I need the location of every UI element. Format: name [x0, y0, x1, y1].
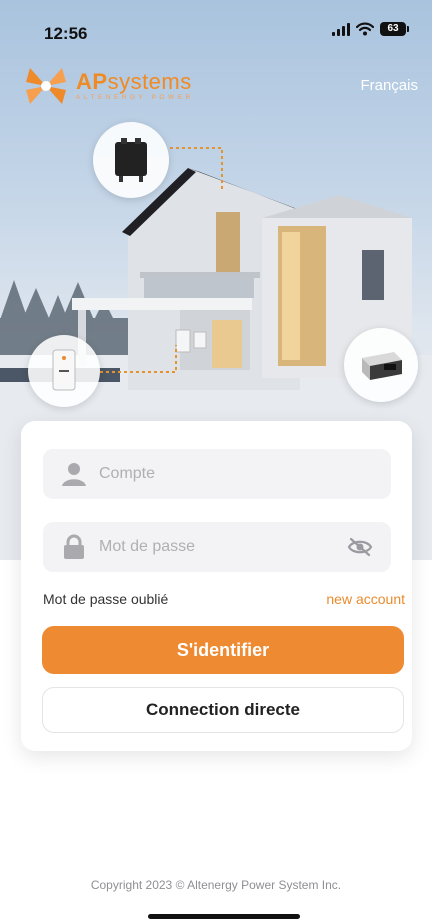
brand-tagline: ALTENERGY POWER: [76, 94, 194, 101]
copyright-text: Copyright 2023 © Altenergy Power System …: [90, 878, 342, 892]
new-account-link[interactable]: new account: [326, 591, 405, 607]
eye-off-icon[interactable]: [343, 532, 377, 562]
apsystems-logo: APsystems ALTENERGY POWER: [22, 62, 194, 110]
brand-name-rest: systems: [107, 69, 192, 94]
status-icons: 63: [332, 22, 409, 36]
ecu-gateway-device-icon: [344, 328, 418, 402]
login-card: Mot de passe oublié new account S'identi…: [21, 421, 412, 751]
forgot-password-link[interactable]: Mot de passe oublié: [43, 591, 168, 607]
status-bar: 12:56 63: [0, 0, 432, 56]
home-indicator[interactable]: [148, 914, 300, 919]
account-input[interactable]: [99, 449, 391, 499]
signal-icon: [332, 22, 350, 36]
wifi-icon: [356, 22, 374, 36]
sign-in-button[interactable]: S'identifier: [42, 626, 404, 674]
user-icon: [59, 459, 89, 489]
password-field[interactable]: [43, 522, 391, 572]
brand-name-ap: AP: [76, 69, 108, 94]
battery-inverter-device-icon: [28, 335, 100, 407]
apsystems-logo-mark: [26, 68, 66, 104]
microinverter-device-icon: [93, 122, 169, 198]
links-row: Mot de passe oublié new account: [43, 591, 405, 607]
battery-icon: 63: [380, 22, 409, 36]
lock-icon: [59, 532, 89, 562]
account-field[interactable]: [43, 449, 391, 499]
language-selector[interactable]: Français: [360, 77, 418, 94]
status-time: 12:56: [44, 24, 88, 43]
direct-connection-button[interactable]: Connection directe: [42, 687, 404, 733]
password-input[interactable]: [99, 522, 343, 572]
